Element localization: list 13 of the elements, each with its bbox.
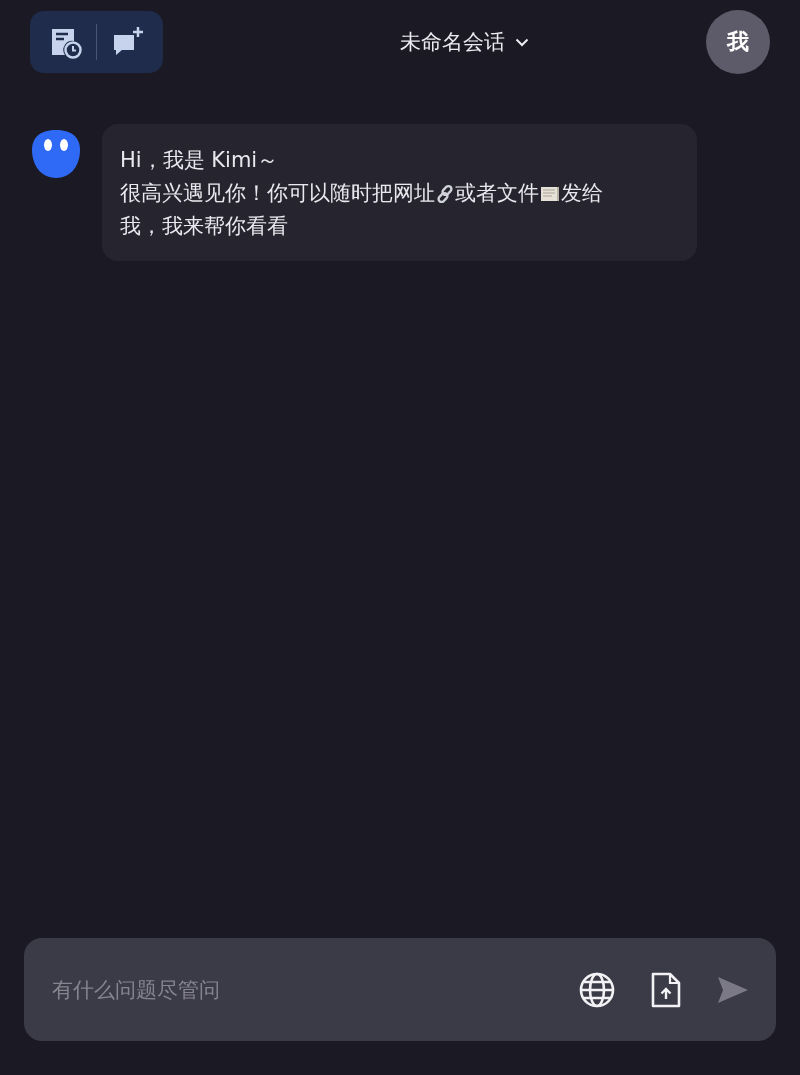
message-input[interactable]: 有什么问题尽管问 [50, 976, 548, 1003]
message-text: 或者文件 [455, 180, 539, 207]
message-text: Hi，我是 Kimi～ [120, 147, 279, 174]
message-text: 发给 [561, 180, 603, 207]
user-avatar[interactable]: 我 [706, 10, 770, 74]
message-text: 我，我来帮你看看 [120, 213, 288, 240]
conversation-title[interactable]: 未命名会话 [396, 24, 533, 60]
send-icon [716, 974, 750, 1005]
link-icon [435, 183, 455, 204]
globe-icon [578, 970, 616, 1009]
message-text: 很高兴遇见你！你可以随时把网址 [120, 180, 435, 207]
file-upload-icon [650, 970, 682, 1009]
chevron-down-icon [515, 37, 529, 47]
